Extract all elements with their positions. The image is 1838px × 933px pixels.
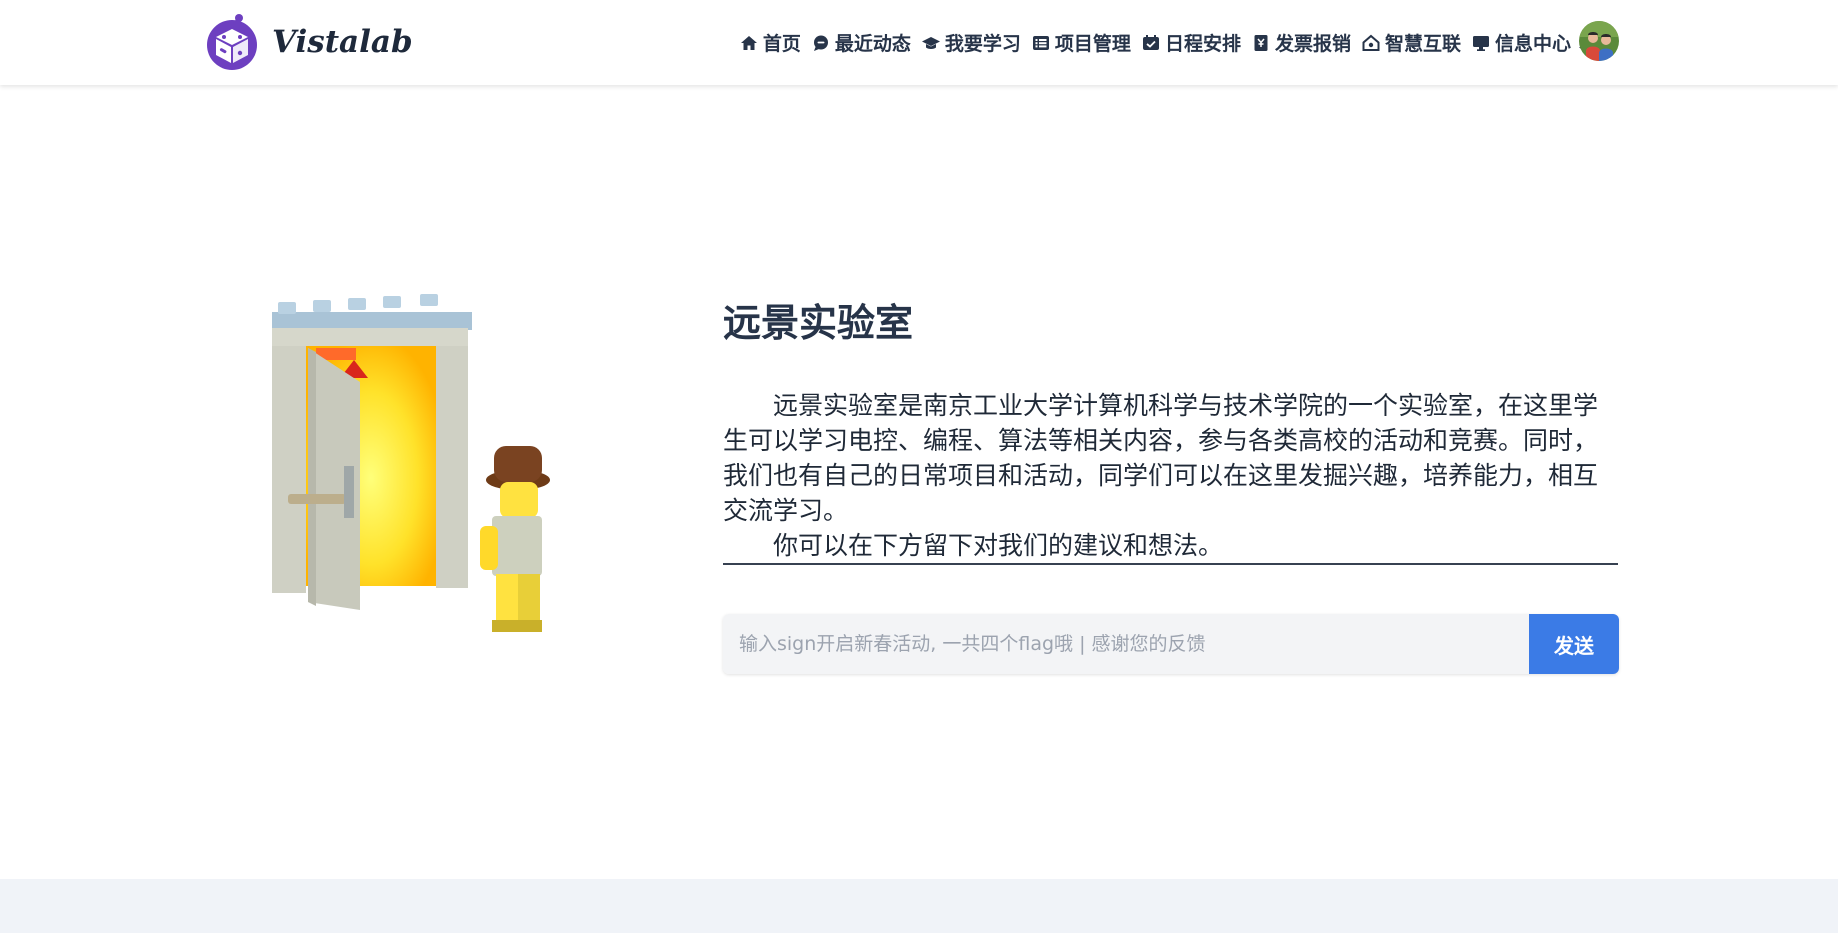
nav-item-label: 首页	[762, 33, 801, 55]
graduation-cap-icon	[921, 34, 940, 52]
brand-link[interactable]: Vistalab	[204, 12, 413, 72]
brand-name: Vistalab	[272, 24, 413, 60]
nav-item-label: 智慧互联	[1384, 33, 1461, 55]
feedback-form: 发送	[723, 614, 1619, 674]
vistalab-logo-icon	[204, 13, 260, 71]
nav-item-label: 项目管理	[1054, 33, 1131, 55]
nav-item-recent-news[interactable]: 最近动态	[812, 29, 911, 56]
lego-door-illustration	[268, 290, 568, 650]
nav-item-label: 发票报销	[1274, 33, 1351, 55]
list-icon	[1032, 34, 1050, 52]
navbar: Vistalab 首页 最近动态 我要学习 项目管理 日程安排 发票报销 智慧互…	[0, 0, 1838, 85]
nav-item-schedule[interactable]: 日程安排	[1142, 29, 1241, 56]
nav-item-label: 我要学习	[944, 33, 1021, 55]
nav-item-learn[interactable]: 我要学习	[921, 29, 1021, 56]
nav-item-home[interactable]: 首页	[740, 29, 801, 56]
receipt-icon	[1252, 34, 1270, 52]
nav-item-label: 信息中心	[1494, 33, 1571, 55]
description-paragraph: 远景实验室是南京工业大学计算机科学与技术学院的一个实验室，在这里学生可以学习电控…	[723, 391, 1599, 525]
smart-home-icon	[1362, 34, 1380, 52]
lab-description: 远景实验室是南京工业大学计算机科学与技术学院的一个实验室，在这里学生可以学习电控…	[723, 388, 1618, 565]
nav-item-invoice[interactable]: 发票报销	[1252, 29, 1351, 56]
monitor-icon	[1472, 34, 1490, 52]
footer-band	[0, 879, 1838, 933]
nav-item-smart-connect[interactable]: 智慧互联	[1362, 29, 1461, 56]
home-icon	[740, 34, 758, 52]
feedback-input[interactable]	[723, 614, 1529, 674]
feedback-prompt-text: 你可以在下方留下对我们的建议和想法。	[773, 531, 1224, 560]
calendar-check-icon	[1142, 34, 1160, 52]
nav-item-info-center[interactable]: 信息中心	[1472, 29, 1593, 56]
nav-item-projects[interactable]: 项目管理	[1032, 29, 1131, 56]
user-avatar[interactable]	[1579, 21, 1619, 61]
nav-item-label: 日程安排	[1164, 33, 1241, 55]
chat-bubble-icon	[812, 34, 830, 52]
nav-item-label: 最近动态	[834, 33, 911, 55]
page-title: 远景实验室	[723, 301, 914, 345]
main-nav: 首页 最近动态 我要学习 项目管理 日程安排 发票报销 智慧互联 信息中心	[740, 29, 1593, 56]
send-button[interactable]: 发送	[1529, 614, 1619, 674]
